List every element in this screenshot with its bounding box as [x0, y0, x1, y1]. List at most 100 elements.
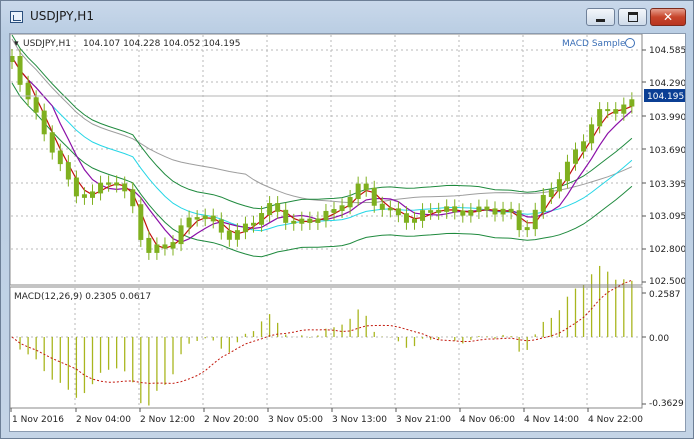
time-tick: 4 Nov 14:00 [524, 415, 579, 425]
candle-body [548, 189, 554, 197]
candle-body [581, 141, 587, 152]
candle-body [597, 109, 603, 127]
candle-body [170, 242, 176, 249]
smiley-icon[interactable] [625, 38, 635, 48]
candle-body [33, 97, 39, 113]
main-pane-frame [10, 34, 643, 286]
band-lower [11, 82, 633, 258]
time-tick: 1 Nov 2016 [12, 415, 64, 425]
candle-body [242, 223, 248, 233]
candle-body [379, 203, 385, 210]
candle-body [371, 187, 377, 206]
chart-window-icon [10, 11, 23, 23]
candle-body [444, 206, 450, 212]
candle-body [49, 132, 55, 153]
candle-body [162, 244, 168, 249]
candle-body [41, 110, 47, 135]
candle-body [146, 237, 152, 253]
moving-average-slow [11, 38, 633, 204]
candle-body [420, 210, 426, 221]
title-bar[interactable]: USDJPY,H1 ✕ [1, 1, 693, 33]
candle-body [436, 209, 442, 213]
candle-body [363, 183, 369, 190]
macd-tick: 0.00 [649, 334, 669, 344]
time-tick: 2 Nov 20:00 [204, 415, 259, 425]
restore-button[interactable] [618, 8, 647, 26]
candle-body [516, 210, 522, 231]
candle-body [114, 182, 120, 186]
price-candles [10, 49, 635, 260]
close-icon: ✕ [662, 10, 674, 24]
price-indicators [11, 34, 633, 258]
candle-body [387, 207, 393, 211]
candle-body [202, 215, 208, 220]
time-scale: 1 Nov 2016 2 Nov 04:00 2 Nov 12:00 2 Nov… [10, 408, 643, 425]
candle-body [226, 230, 232, 240]
time-tick: 4 Nov 22:00 [588, 415, 643, 425]
candle-body [492, 208, 498, 215]
candle-body [25, 82, 31, 100]
candle-body [275, 203, 281, 212]
candle-body [323, 210, 329, 221]
price-tick: 103.395 [649, 180, 685, 190]
candle-body [508, 208, 514, 213]
candle-body [331, 209, 337, 213]
price-tick: 103.095 [649, 212, 685, 222]
candle-body [500, 208, 506, 215]
candle-body [621, 104, 627, 114]
candle-body [347, 197, 353, 208]
candle-body [395, 208, 401, 216]
one-click-arrow-icon[interactable]: ▾ [14, 39, 19, 49]
candle-body [412, 218, 417, 223]
candle-body [484, 206, 490, 211]
candle-body [613, 109, 619, 114]
price-tick: 104.290 [649, 79, 685, 89]
chart-area[interactable]: ▾ USDJPY,H1 104.107 104.228 104.052 104.… [9, 33, 686, 432]
ohlc-readout: 104.107 104.228 104.052 104.195 [83, 39, 240, 49]
candle-body [428, 210, 434, 213]
macd-tick: -0.3629 [649, 399, 684, 409]
candle-body [299, 218, 305, 224]
candle-body [178, 225, 184, 245]
candle-body [194, 217, 200, 220]
candle-body [573, 149, 578, 164]
chart-canvas[interactable]: ▾ USDJPY,H1 104.107 104.228 104.052 104.… [10, 34, 685, 431]
price-tick: 102.500 [649, 277, 685, 287]
candle-body [476, 206, 482, 213]
time-tick: 2 Nov 12:00 [140, 415, 195, 425]
candle-body [10, 56, 15, 62]
moving-average-fast [11, 56, 633, 249]
time-tick: 3 Nov 05:00 [268, 415, 323, 425]
price-tick: 102.800 [649, 245, 685, 255]
macd-tick: 0.2587 [649, 290, 681, 300]
moving-average-mid [11, 56, 633, 243]
chart-window: USDJPY,H1 ✕ ▾ USDJPY,H1 104.107 104.228 … [0, 0, 694, 439]
candle-body [460, 210, 466, 216]
minimize-button[interactable] [586, 8, 615, 26]
candle-body [524, 227, 530, 231]
symbol-label: USDJPY,H1 [23, 39, 71, 49]
candle-body [210, 215, 216, 222]
candle-body [259, 213, 265, 225]
macd-pane-frame [10, 286, 643, 409]
candle-body [315, 218, 321, 223]
candle-body [403, 213, 409, 223]
candle-body [291, 220, 297, 224]
candle-body [468, 210, 474, 216]
restore-icon [619, 9, 646, 25]
candle-body [81, 194, 87, 198]
candle-body [629, 99, 635, 107]
time-tick: 3 Nov 13:00 [332, 415, 387, 425]
price-tick: 103.690 [649, 146, 685, 156]
candle-body [605, 109, 611, 112]
candle-body [355, 183, 361, 200]
candle-body [251, 222, 256, 226]
expert-advisor-label: MACD Sample [562, 39, 626, 49]
time-tick: 4 Nov 06:00 [460, 415, 515, 425]
candle-body [283, 209, 289, 223]
candle-body [339, 205, 345, 212]
close-button[interactable]: ✕ [650, 8, 686, 26]
candle-body [17, 56, 23, 85]
macd-indicator-label: MACD(12,26,9) 0.2305 0.0617 [14, 292, 151, 302]
price-tick: 104.585 [649, 46, 685, 56]
